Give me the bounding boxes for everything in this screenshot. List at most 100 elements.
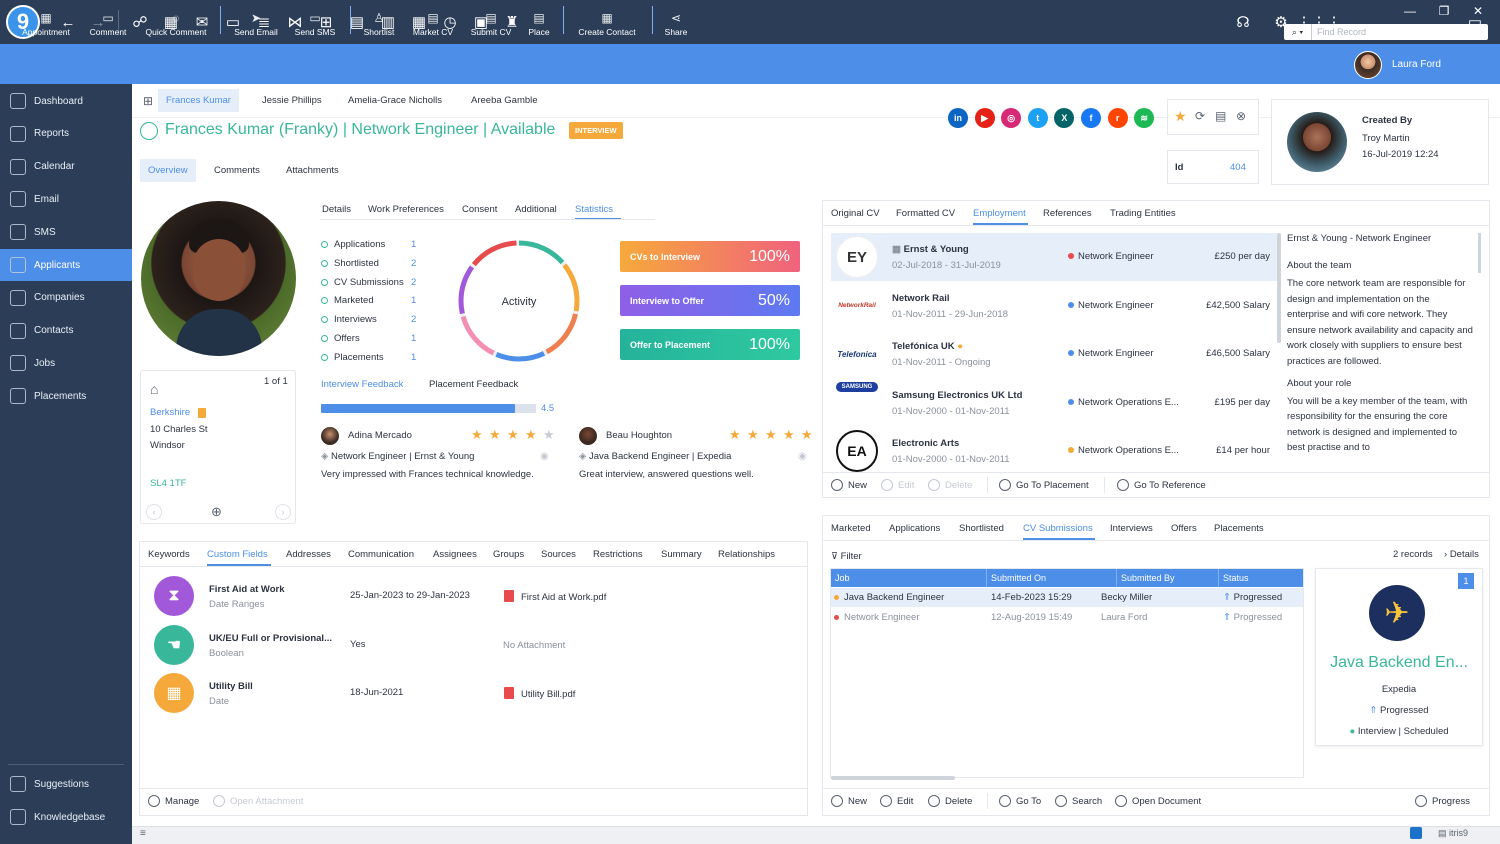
job-card-title[interactable]: Java Backend En...	[1315, 654, 1483, 672]
record-tab[interactable]: Amelia-Grace Nicholls	[348, 95, 442, 106]
tab-original-cv[interactable]: Original CV	[831, 208, 880, 219]
send-sms-button[interactable]: ▭ Send SMS	[280, 5, 350, 37]
go-to-placement-button[interactable]: Go To Placement	[999, 479, 1089, 491]
sidebar-item-jobs[interactable]: Jobs	[0, 347, 132, 379]
tab-keywords[interactable]: Keywords	[148, 549, 190, 560]
tab-consent[interactable]: Consent	[462, 204, 497, 215]
table-hscrollbar[interactable]	[831, 776, 955, 780]
stat-value[interactable]: 2	[411, 258, 416, 269]
edit-button[interactable]: Edit	[881, 479, 914, 491]
address-name[interactable]: Berkshire	[150, 407, 190, 418]
close-record-icon[interactable]: ⊗	[1236, 109, 1246, 123]
tab-restrictions[interactable]: Restrictions	[593, 549, 643, 560]
tab-marketed[interactable]: Marketed	[831, 523, 871, 534]
go-to-reference-button[interactable]: Go To Reference	[1117, 479, 1206, 491]
tab-applications[interactable]: Applications	[889, 523, 940, 534]
tab-placements[interactable]: Placements	[1214, 523, 1264, 534]
employment-company[interactable]: ▦ Ernst & Young	[892, 244, 969, 255]
appointment-button[interactable]: ▦ Appointment	[11, 5, 81, 37]
record-tab[interactable]: Frances Kumar	[158, 89, 239, 112]
employment-company[interactable]: Telefónica UK ●	[892, 341, 963, 352]
manage-button[interactable]: Manage	[148, 795, 199, 807]
menu-icon[interactable]: ≡	[140, 828, 146, 839]
avatar[interactable]	[1354, 51, 1382, 79]
sidebar-item-dashboard[interactable]: Dashboard	[0, 85, 132, 117]
stat-value[interactable]: 1	[411, 352, 416, 363]
tab-communication[interactable]: Communication	[348, 549, 414, 560]
details-toggle[interactable]: › Details	[1444, 549, 1479, 560]
tab-shortlisted[interactable]: Shortlisted	[959, 523, 1004, 534]
apps-grid-icon[interactable]: ⋮⋮⋮	[1297, 12, 1342, 32]
employment-company[interactable]: Network Rail	[892, 293, 950, 304]
attachment-link[interactable]: First Aid at Work.pdf	[521, 592, 606, 603]
tab-interviews[interactable]: Interviews	[1110, 523, 1153, 534]
tab-work-preferences[interactable]: Work Preferences	[368, 204, 444, 215]
quick-comment-button[interactable]: ◌ Quick Comment	[141, 5, 211, 37]
table-row[interactable]: Network Engineer 12-Aug-2019 15:49 Laura F…	[831, 608, 1303, 627]
column-header[interactable]: Job	[835, 573, 850, 583]
column-header[interactable]: Submitted By	[1121, 573, 1175, 583]
tab-references[interactable]: References	[1043, 208, 1092, 219]
user-name[interactable]: Laura Ford	[1392, 59, 1441, 70]
sidebar-item-companies[interactable]: Companies	[0, 282, 132, 314]
delete-button[interactable]: Delete	[928, 479, 972, 491]
minimize-icon[interactable]: —	[1400, 4, 1420, 18]
favourite-icon[interactable]: ★	[1174, 108, 1187, 125]
grid-icon[interactable]: ⊞	[143, 94, 153, 108]
tab-placement-feedback[interactable]: Placement Feedback	[429, 379, 518, 390]
comment-button[interactable]: ▭ Comment	[73, 5, 143, 37]
youtube-icon[interactable]: ▶	[974, 108, 995, 128]
tab-statistics[interactable]: Statistics	[575, 204, 613, 215]
sidebar-item-calendar[interactable]: Calendar	[0, 151, 132, 183]
employment-company[interactable]: Samsung Electronics UK Ltd	[892, 390, 1022, 401]
profile-photo[interactable]	[141, 201, 296, 356]
sidebar-item-suggestions[interactable]: Suggestions	[0, 768, 132, 800]
tab-overview[interactable]: Overview	[140, 159, 196, 182]
tab-summary[interactable]: Summary	[661, 549, 702, 560]
employment-scrollbar[interactable]	[1277, 233, 1281, 343]
eye-icon[interactable]: ◉	[540, 451, 549, 462]
search-button[interactable]: Search	[1055, 795, 1102, 807]
sidebar-item-placements[interactable]: Placements	[0, 380, 132, 412]
employment-company[interactable]: Electronic Arts	[892, 438, 959, 449]
tab-groups[interactable]: Groups	[493, 549, 524, 560]
tab-offers[interactable]: Offers	[1171, 523, 1197, 534]
eye-icon[interactable]: ◉	[798, 451, 807, 462]
sidebar-item-applicants[interactable]: Applicants	[0, 249, 132, 281]
stat-value[interactable]: 1	[411, 295, 416, 306]
twitter-icon[interactable]: t	[1027, 108, 1048, 128]
tab-custom-fields[interactable]: Custom Fields	[207, 549, 268, 560]
filter-button[interactable]: ⊽ Filter	[831, 551, 862, 562]
next-address-icon[interactable]: ›	[275, 504, 291, 520]
stat-value[interactable]: 2	[411, 277, 416, 288]
tab-details[interactable]: Details	[322, 204, 351, 215]
linkedin-icon[interactable]: in	[948, 108, 968, 128]
tab-comments[interactable]: Comments	[214, 165, 260, 176]
delete-button[interactable]: Delete	[928, 795, 972, 807]
screen-icon[interactable]: ▭	[1464, 12, 1486, 32]
edit-button[interactable]: Edit	[880, 795, 913, 807]
column-header[interactable]: Status	[1223, 573, 1249, 583]
go-to-button[interactable]: Go To	[999, 795, 1041, 807]
sidebar-item-contacts[interactable]: Contacts	[0, 315, 132, 347]
create-contact-button[interactable]: ▦ Create Contact	[572, 5, 642, 37]
sidebar-item-reports[interactable]: Reports	[0, 118, 132, 150]
attachment-link[interactable]: Utility Bill.pdf	[521, 689, 575, 700]
open-document-button[interactable]: Open Document	[1115, 795, 1201, 807]
sidebar-item-knowledgebase[interactable]: Knowledgebase	[0, 801, 132, 833]
facebook-icon[interactable]: f	[1081, 108, 1101, 128]
column-header[interactable]: Submitted On	[991, 573, 1046, 583]
settings-icon[interactable]: ⚙	[1270, 12, 1292, 32]
outlook-icon[interactable]	[1410, 827, 1422, 839]
stat-value[interactable]: 1	[411, 239, 416, 250]
tab-assignees[interactable]: Assignees	[433, 549, 477, 560]
tab-interview-feedback[interactable]: Interview Feedback	[321, 379, 403, 390]
tab-attachments[interactable]: Attachments	[286, 165, 339, 176]
archive-icon[interactable]: ▤	[1215, 109, 1226, 123]
status-badge[interactable]: INTERVIEW	[569, 122, 623, 139]
tab-cv-submissions[interactable]: CV Submissions	[1023, 523, 1093, 534]
refresh-icon[interactable]: ⟳	[1195, 109, 1205, 123]
tab-sources[interactable]: Sources	[541, 549, 576, 560]
record-tab[interactable]: Areeba Gamble	[471, 95, 538, 106]
stat-value[interactable]: 1	[411, 333, 416, 344]
